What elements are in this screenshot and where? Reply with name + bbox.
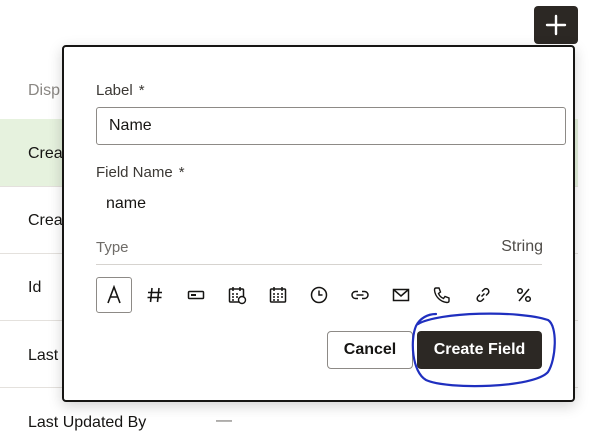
- cancel-button[interactable]: Cancel: [327, 331, 413, 369]
- plus-icon: [545, 14, 567, 36]
- field-name-value: name: [106, 195, 147, 212]
- required-marker: *: [178, 164, 185, 181]
- required-marker: *: [138, 82, 145, 99]
- row-value: —: [216, 412, 232, 429]
- link-type-icon[interactable]: [342, 277, 378, 313]
- column-header: Disp: [28, 82, 61, 99]
- text-type-icon[interactable]: [96, 277, 132, 313]
- label-field-title: Label *: [96, 82, 145, 99]
- boolean-type-icon[interactable]: [178, 277, 214, 313]
- row-label: Last: [28, 347, 59, 364]
- phone-type-icon[interactable]: [424, 277, 460, 313]
- row-label: Crea: [28, 212, 63, 229]
- add-field-button[interactable]: [534, 6, 578, 44]
- row-label: Last Updated By: [28, 414, 147, 431]
- type-title: Type: [96, 239, 129, 256]
- percent-type-icon[interactable]: [506, 277, 542, 313]
- row-label: Crea: [28, 145, 63, 162]
- date-type-icon[interactable]: [260, 277, 296, 313]
- field-name-title: Field Name *: [96, 164, 185, 181]
- url-type-icon[interactable]: [465, 277, 501, 313]
- divider: [96, 264, 542, 265]
- number-type-icon[interactable]: [137, 277, 173, 313]
- time-type-icon[interactable]: [301, 277, 337, 313]
- label-title-text: Label: [96, 82, 133, 99]
- create-field-button[interactable]: Create Field: [417, 331, 542, 369]
- create-field-dialog: Label * Field Name * name Type String: [62, 45, 575, 402]
- email-type-icon[interactable]: [383, 277, 419, 313]
- type-icon-toolbar: [96, 277, 547, 313]
- type-value: String: [501, 238, 543, 255]
- datetime-type-icon[interactable]: [219, 277, 255, 313]
- field-name-title-text: Field Name: [96, 164, 173, 181]
- label-input[interactable]: [96, 107, 566, 145]
- row-label: Id: [28, 279, 42, 296]
